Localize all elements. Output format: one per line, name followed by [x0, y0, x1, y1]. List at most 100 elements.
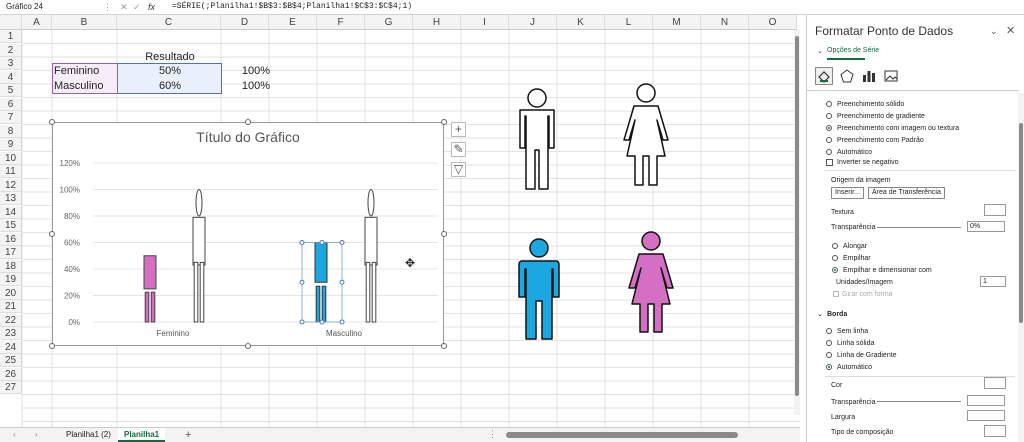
border-heading[interactable]: Borda	[827, 310, 847, 319]
transparency2-label: Transparência	[831, 399, 876, 406]
transparency-label: Transparência	[831, 224, 876, 231]
cell-d3[interactable]: 100%	[222, 65, 270, 78]
fill-option-label-1: Preenchimento de gradiente	[837, 113, 925, 120]
border-option-label-3: Automático	[837, 364, 873, 371]
bar-feminino-resultado[interactable]	[143, 255, 157, 323]
chart-area[interactable]: Título do Gráfico 0% 20% 40% 60% 80% 100% 120%…	[52, 122, 444, 346]
enter-icon[interactable]: ✓	[133, 1, 141, 13]
selection-handle[interactable]	[339, 279, 345, 285]
compound-label: Tipo de composição	[831, 429, 894, 436]
more-icon[interactable]: ⋮	[103, 1, 112, 13]
cell-b4[interactable]: Masculino	[54, 80, 104, 93]
border-option-label-0: Sem linha	[837, 328, 869, 335]
plus-icon: +	[454, 122, 462, 136]
chart-elements-button[interactable]: +	[451, 122, 466, 137]
chevron-down-icon[interactable]: ⌄	[817, 310, 823, 318]
add-sheet-icon[interactable]: +	[185, 429, 191, 441]
transparency2-slider[interactable]	[877, 401, 961, 402]
transparency-slider[interactable]	[877, 227, 961, 228]
border-option-label-1: Linha sólida	[837, 340, 875, 347]
fill-option-radio-1[interactable]	[826, 113, 832, 119]
y-tick-label: 20%	[64, 292, 80, 301]
stretch-option-label-2: Empilhar e dimensionar com	[843, 267, 932, 274]
chart-filters-button[interactable]: ▽	[451, 162, 466, 177]
color-picker[interactable]	[984, 377, 1006, 389]
cell-d4[interactable]: 100%	[222, 80, 270, 93]
pentagon-icon[interactable]	[840, 69, 854, 83]
texture-picker[interactable]	[984, 204, 1006, 216]
cell-c4[interactable]: 60%	[118, 80, 222, 93]
selection-handle[interactable]	[339, 319, 345, 325]
transparency2-input[interactable]	[967, 395, 1005, 406]
vertical-scrollbar[interactable]	[794, 30, 800, 415]
close-icon[interactable]: ✕	[1006, 24, 1015, 37]
rotate-checkbox[interactable]	[833, 291, 839, 297]
cell-b3[interactable]: Feminino	[54, 65, 99, 78]
tab-planilha1[interactable]: Planilha1	[118, 428, 166, 442]
selection-handle[interactable]	[299, 240, 305, 245]
chart-styles-button[interactable]: ✎	[451, 142, 466, 157]
cancel-icon[interactable]: ✕	[120, 1, 128, 13]
spreadsheet-grid[interactable]: ABCDEFGHIJKLMNO 1 2 3 4 5 6 7 8 9 10 11 12 13 14 15 16 1…	[0, 15, 800, 427]
more-icon[interactable]: ⋮	[488, 429, 497, 440]
bar-masculino-total[interactable]	[364, 189, 378, 323]
stretch-option-radio-0[interactable]	[832, 243, 838, 249]
x-category-label[interactable]: Feminino	[157, 329, 190, 338]
units-input[interactable]: 1	[980, 276, 1006, 287]
compound-picker[interactable]	[984, 425, 1006, 437]
stretch-option-label-0: Alongar	[843, 243, 868, 250]
clipboard-button[interactable]: Área de Transferência	[868, 187, 945, 199]
bar-chart-icon[interactable]	[862, 69, 876, 83]
selection-handle[interactable]	[319, 240, 325, 245]
insert-button[interactable]: Inserir...	[831, 187, 864, 199]
fill-option-radio-3[interactable]	[826, 137, 832, 143]
fill-option-radio-2[interactable]	[826, 125, 832, 131]
x-category-label[interactable]: Masculino	[326, 329, 363, 338]
series-options-tab[interactable]: Opções de Série	[827, 47, 879, 54]
selection-handle[interactable]	[319, 319, 325, 325]
y-tick-label: 40%	[64, 265, 80, 274]
stretch-option-radio-1[interactable]	[832, 255, 838, 261]
transparency-input[interactable]: 0%	[967, 221, 1005, 232]
sheet-tabs: ‹ › Planilha1 (2) Planilha1 + ⋮	[0, 427, 800, 442]
stretch-option-label-1: Empilhar	[843, 255, 871, 262]
border-option-radio-1[interactable]	[826, 340, 832, 346]
border-option-radio-2[interactable]	[826, 352, 832, 358]
fill-line-tab[interactable]	[815, 67, 833, 85]
fill-option-radio-0[interactable]	[826, 101, 832, 107]
man-outline-icon	[519, 88, 555, 190]
chevron-down-icon[interactable]: ⌄	[817, 47, 823, 55]
selection-handle[interactable]	[299, 319, 305, 325]
name-box[interactable]: Gráfico 24	[2, 1, 102, 13]
invert-checkbox[interactable]	[826, 159, 833, 166]
rotate-label: Girar com forma	[842, 291, 893, 298]
border-option-radio-3[interactable]	[826, 364, 832, 370]
bar-masculino-resultado[interactable]	[314, 242, 328, 323]
man-blue-icon	[518, 238, 560, 340]
selection-handle[interactable]	[299, 279, 305, 285]
woman-pink-icon	[628, 231, 674, 333]
formula-input[interactable]: =SÉRIE(;Planilha1!$B$3:$B$4;Planilha1!$C…	[172, 1, 412, 13]
bar-feminino-total[interactable]	[192, 189, 206, 323]
formula-bar: Gráfico 24 ⋮ ✕ ✓ fx =SÉRIE(;Planilha1!$B…	[0, 0, 1024, 15]
pane-scrollbar[interactable]	[1018, 93, 1024, 442]
horizontal-scrollbar[interactable]	[500, 432, 790, 439]
move-cursor-icon: ✥	[405, 256, 416, 270]
next-sheet-icon[interactable]: ›	[35, 430, 38, 439]
selection-handle[interactable]	[339, 240, 345, 245]
fill-option-label-2: Preenchimento com imagem ou textura	[837, 125, 960, 132]
image-source-label: Origem da imagem	[831, 177, 891, 184]
color-label: Cor	[831, 382, 843, 389]
fill-option-radio-4[interactable]	[826, 149, 832, 155]
stretch-option-radio-2[interactable]	[832, 267, 838, 273]
fx-icon[interactable]: fx	[148, 1, 155, 13]
prev-sheet-icon[interactable]: ‹	[13, 430, 16, 439]
image-icon[interactable]	[884, 69, 898, 83]
brush-icon: ✎	[453, 142, 464, 156]
fill-option-label-0: Preenchimento sólido	[837, 101, 905, 108]
cell-c3[interactable]: 50%	[118, 65, 222, 78]
tab-planilha1-2[interactable]: Planilha1 (2)	[60, 428, 117, 442]
width-input[interactable]	[967, 410, 1005, 421]
border-option-radio-0[interactable]	[826, 328, 832, 334]
dropdown-icon[interactable]: ⌄	[990, 26, 998, 37]
